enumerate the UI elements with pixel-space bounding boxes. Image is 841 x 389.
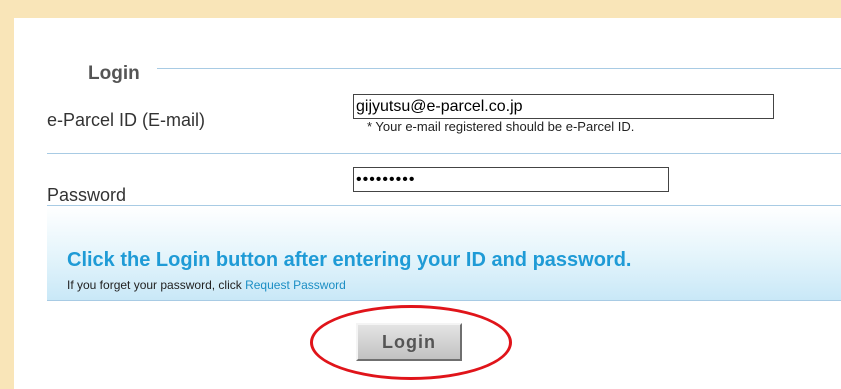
password-input[interactable]	[353, 167, 669, 192]
divider	[47, 153, 841, 154]
login-legend: Login	[88, 63, 140, 84]
email-label: e-Parcel ID (E-mail)	[47, 110, 206, 130]
info-main-text: Click the Login button after entering yo…	[67, 249, 632, 271]
email-hint: * Your e-mail registered should be e-Par…	[367, 119, 635, 134]
login-button[interactable]: Login	[356, 323, 462, 361]
info-box: Click the Login button after entering yo…	[47, 206, 841, 301]
password-label: Password	[47, 185, 127, 205]
fieldset-border	[157, 68, 841, 69]
info-sub-text: If you forget your password, click Reque…	[67, 278, 346, 292]
email-input[interactable]	[353, 94, 774, 119]
info-sub-label: If you forget your password, click	[67, 278, 246, 292]
request-password-link[interactable]: Request Password	[245, 278, 346, 292]
